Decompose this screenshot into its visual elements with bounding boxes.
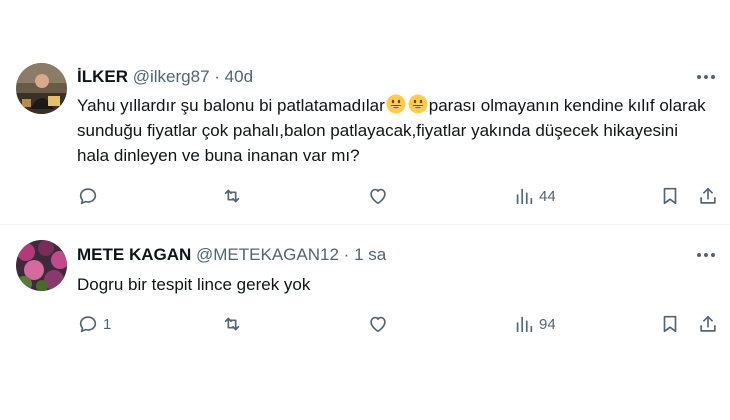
retweet-icon xyxy=(224,189,240,203)
action-bar: 44 xyxy=(0,184,730,208)
bookmark-button[interactable] xyxy=(659,312,681,336)
reply-button[interactable] xyxy=(77,184,103,208)
views-button[interactable]: 94 xyxy=(513,312,556,336)
avatar[interactable] xyxy=(16,240,67,291)
reply-icon xyxy=(79,188,97,205)
user-handle[interactable]: @ilkerg87 xyxy=(133,67,210,86)
separator-dot: · xyxy=(343,245,350,264)
reply-count: 1 xyxy=(103,315,112,333)
avatar[interactable] xyxy=(16,63,67,114)
tweet[interactable]: METE KAGAN @METEKAGAN12 · 1 sa Dogru bir… xyxy=(0,224,730,344)
views-count: 94 xyxy=(539,315,556,333)
action-bar: 1 94 xyxy=(0,312,730,336)
grinning-face-icon xyxy=(386,94,406,114)
avatar-image xyxy=(16,63,67,114)
tweet-text: Dogru bir tespit lince gerek yok xyxy=(77,275,311,294)
share-button[interactable] xyxy=(697,312,719,336)
display-name[interactable]: METE KAGAN xyxy=(77,245,191,264)
views-button[interactable]: 44 xyxy=(513,184,556,208)
views-icon xyxy=(516,188,533,205)
tweet-text: Yahu yıllardır şu balonu bi patlatamadıl… xyxy=(77,93,710,168)
views-icon xyxy=(516,316,533,333)
grinning-face-icon xyxy=(408,94,428,114)
heart-icon xyxy=(370,316,386,333)
heart-icon xyxy=(370,188,386,205)
bookmark-button[interactable] xyxy=(659,184,681,208)
avatar-image xyxy=(16,240,67,291)
share-icon xyxy=(700,315,716,332)
tweet[interactable]: İLKER @ilkerg87 · 40d Yahu yıllardır şu … xyxy=(0,52,730,224)
retweet-icon xyxy=(224,317,240,331)
bookmark-icon xyxy=(663,315,677,333)
views-count: 44 xyxy=(539,187,556,205)
share-button[interactable] xyxy=(697,184,719,208)
more-icon[interactable] xyxy=(694,66,718,88)
reply-button[interactable]: 1 xyxy=(77,312,111,336)
share-icon xyxy=(700,187,716,204)
user-handle[interactable]: @METEKAGAN12 xyxy=(196,245,339,264)
bookmark-icon xyxy=(663,187,677,205)
retweet-button[interactable] xyxy=(221,312,243,336)
retweet-button[interactable] xyxy=(221,184,243,208)
tweet-header: METE KAGAN @METEKAGAN12 · 1 sa xyxy=(77,244,670,266)
reply-icon xyxy=(79,316,97,333)
like-button[interactable] xyxy=(367,312,389,336)
separator-dot: · xyxy=(214,67,220,86)
timestamp[interactable]: 40d xyxy=(225,67,253,86)
display-name[interactable]: İLKER xyxy=(77,67,128,86)
tweet-header: İLKER @ilkerg87 · 40d xyxy=(77,66,670,88)
more-icon[interactable] xyxy=(694,244,718,266)
tweet-text-part: Yahu yıllardır şu balonu bi patlatamadıl… xyxy=(77,96,385,115)
tweet-feed: İLKER @ilkerg87 · 40d Yahu yıllardır şu … xyxy=(0,0,730,420)
timestamp[interactable]: 1 sa xyxy=(354,245,386,264)
like-button[interactable] xyxy=(367,184,389,208)
